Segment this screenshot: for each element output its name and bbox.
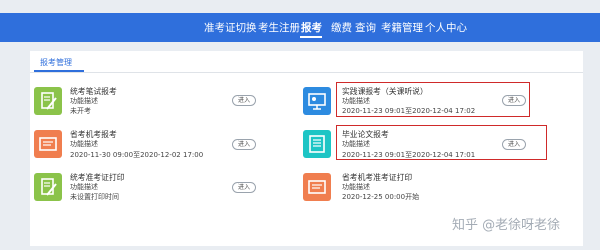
presentation-icon: [303, 87, 331, 115]
nav-item-profile[interactable]: 个人中心: [425, 20, 467, 35]
highlight-box: [336, 82, 530, 117]
highlight-box: [336, 125, 547, 160]
enter-button[interactable]: 进入: [232, 139, 256, 150]
enter-button[interactable]: 进入: [232, 182, 256, 193]
card-description: 功能描述: [342, 183, 370, 191]
tab-apply-management[interactable]: 报考管理: [40, 57, 72, 68]
pencil-paper-icon: [34, 87, 62, 115]
panel-divider: [30, 72, 583, 73]
nav-item-query[interactable]: 查询: [355, 20, 376, 35]
pencil-paper-icon: [34, 173, 62, 201]
certificate-icon: [34, 130, 62, 158]
document-list-icon: [303, 130, 331, 158]
certificate-icon: [303, 173, 331, 201]
card-date: 2020-11-30 09:00至2020-12-02 17:00: [70, 151, 204, 159]
card-description: 功能描述: [70, 183, 98, 191]
nav-item-payment[interactable]: 缴费: [331, 20, 352, 35]
nav-item-register[interactable]: 考生注册: [258, 20, 300, 35]
card-date: 未开考: [70, 107, 91, 115]
card-date: 未设置打印时间: [70, 193, 119, 201]
card-description: 功能描述: [70, 97, 98, 105]
nav-item-admission-switch[interactable]: 准考证切换: [204, 20, 257, 35]
enter-button[interactable]: 进入: [232, 95, 256, 106]
nav-item-records[interactable]: 考籍管理: [381, 20, 423, 35]
nav-item-apply[interactable]: 报考: [301, 20, 322, 35]
card-date: 2020-12-25 00:00开始: [342, 193, 420, 201]
watermark: 知乎 @老徐呀老徐: [452, 218, 561, 233]
active-nav-indicator: [300, 36, 322, 38]
card-description: 功能描述: [70, 140, 98, 148]
